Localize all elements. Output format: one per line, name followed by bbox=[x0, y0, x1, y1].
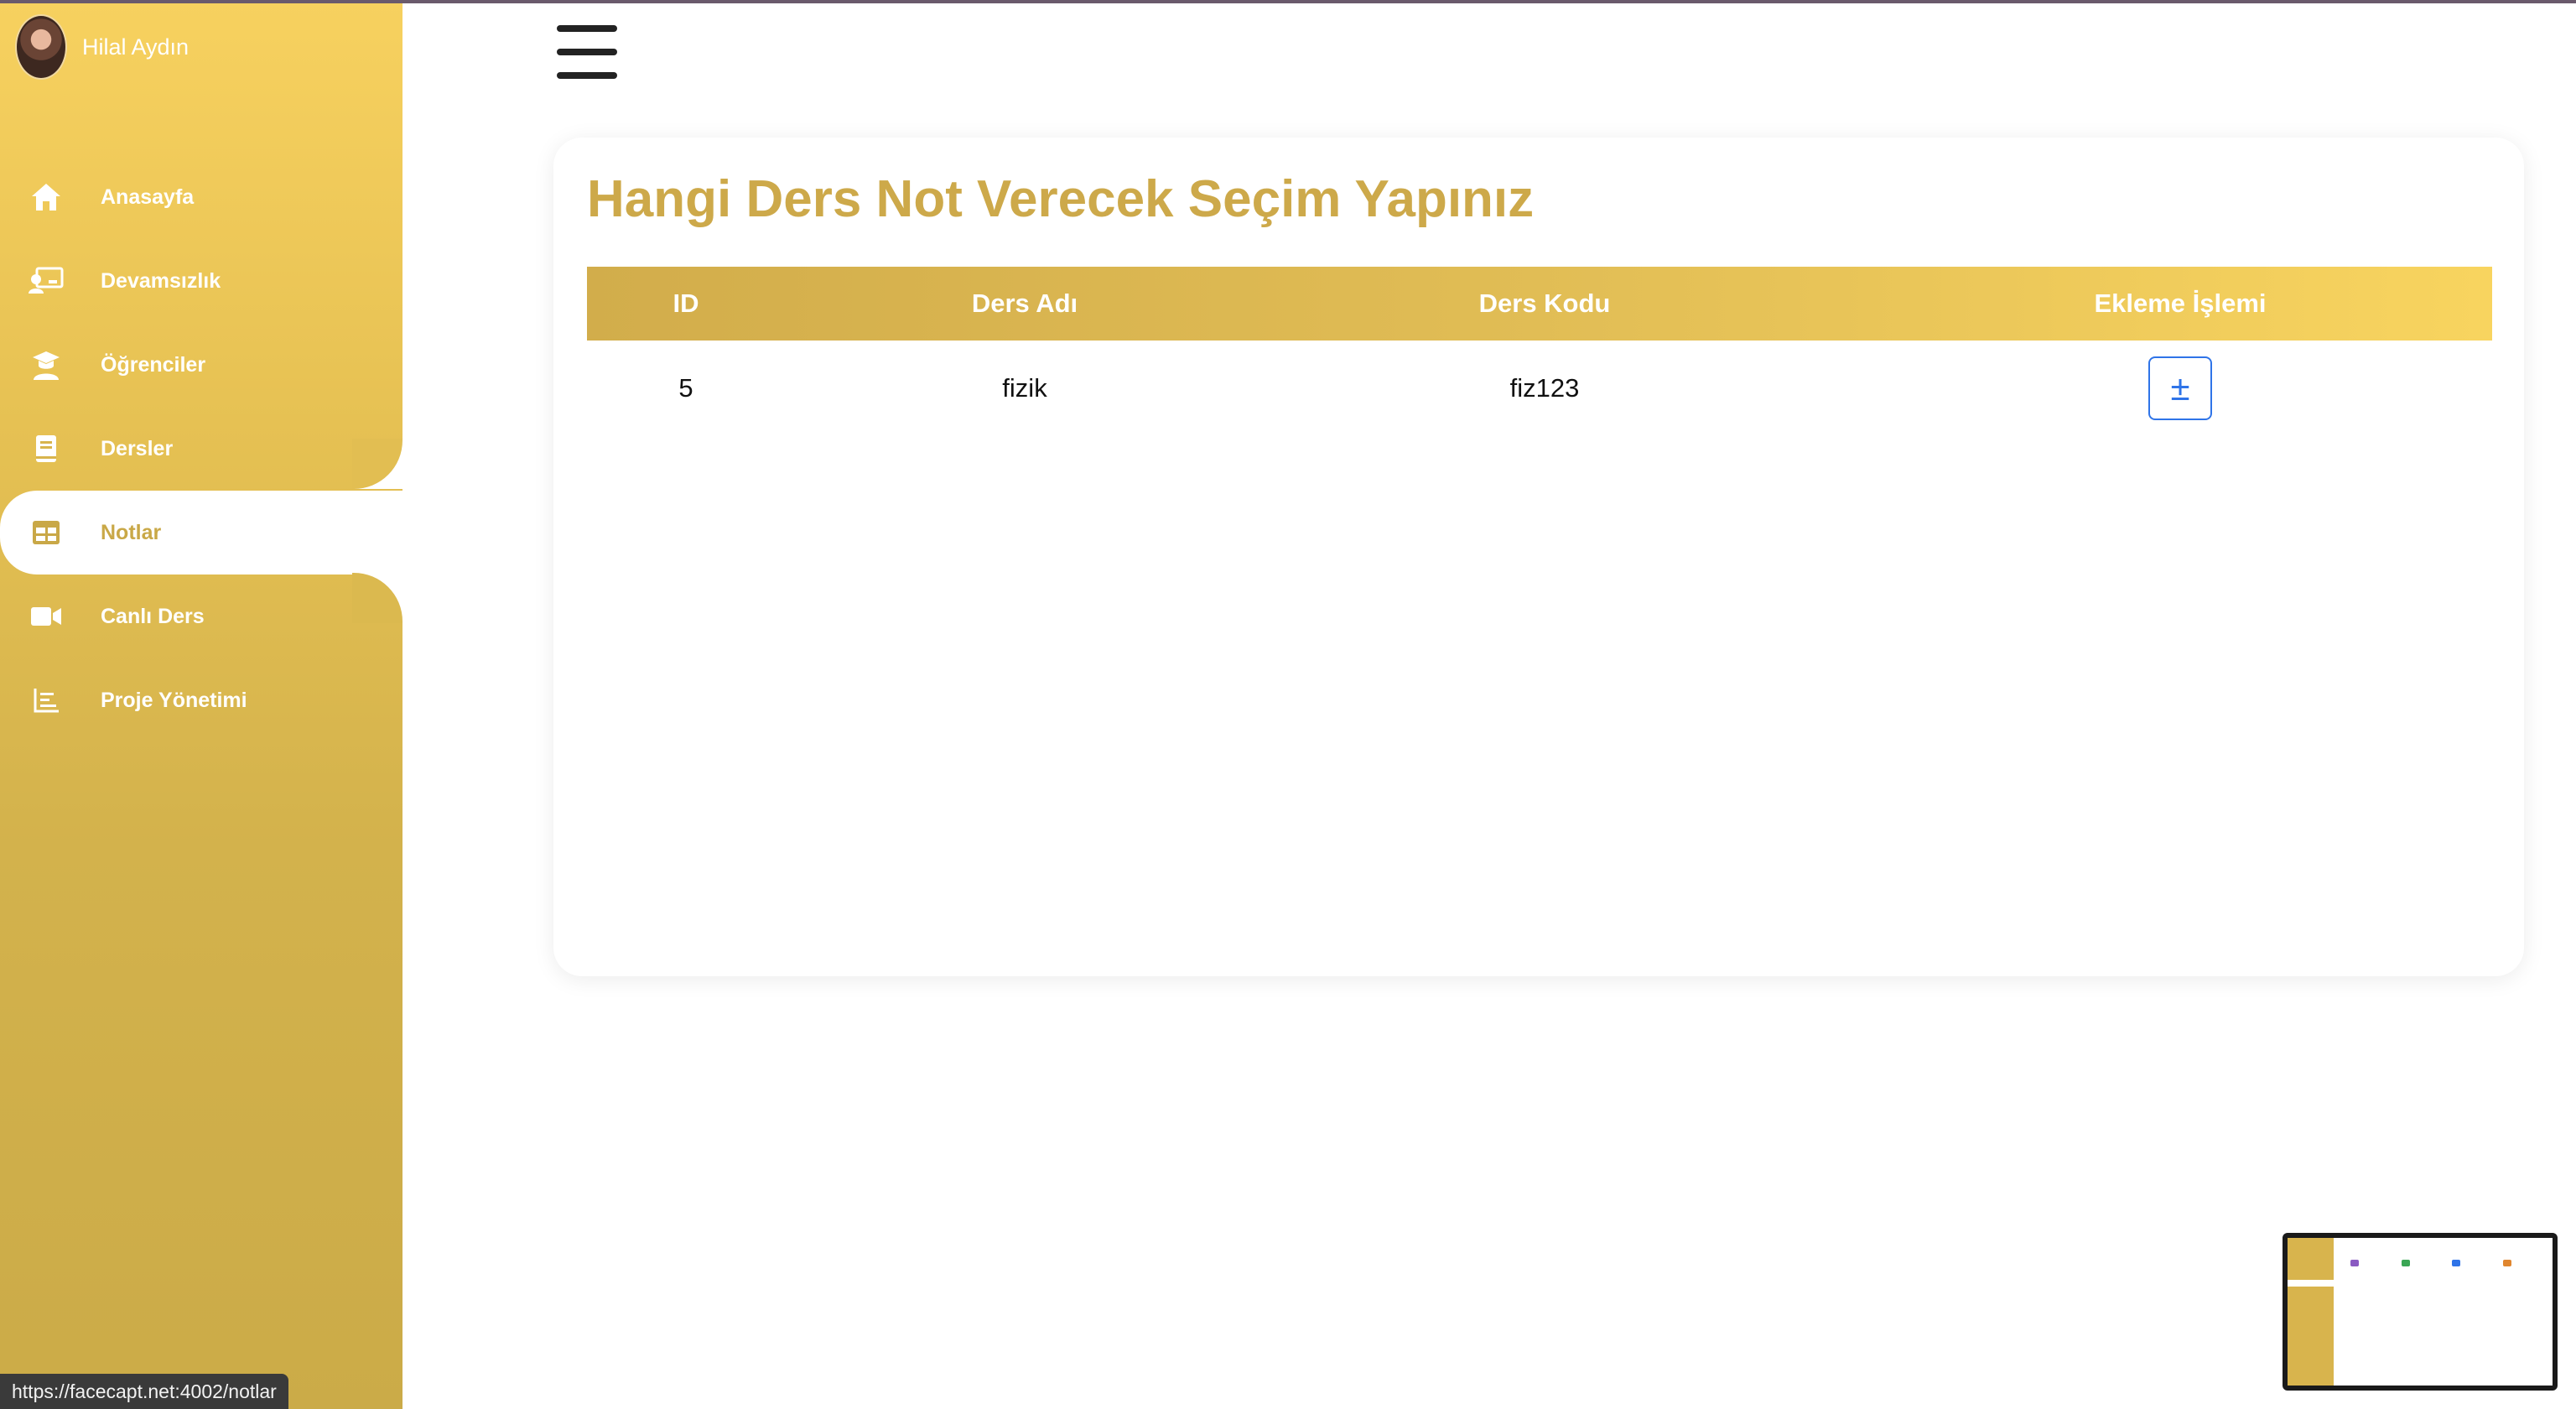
active-curve-top bbox=[352, 439, 402, 489]
status-bar-url: https://facecapt.net:4002/notlar bbox=[0, 1374, 288, 1409]
sidebar-item-label: Canlı Ders bbox=[101, 604, 205, 628]
thumbnail-active-item bbox=[2288, 1280, 2334, 1287]
cell-course-name: fizik bbox=[1002, 373, 1047, 403]
book-icon bbox=[29, 431, 64, 466]
courses-table: ID Ders Adı Ders Kodu Ekleme İşlemi 5 fi… bbox=[587, 267, 2492, 436]
user-name: Hilal Aydın bbox=[82, 34, 190, 60]
user-profile[interactable]: Hilal Aydın bbox=[15, 13, 189, 81]
table-icon bbox=[29, 515, 64, 550]
header-id: ID bbox=[673, 289, 699, 318]
header-action: Ekleme İşlemi bbox=[2094, 289, 2267, 318]
sidebar-item-proje-yonetimi[interactable]: Proje Yönetimi bbox=[0, 658, 402, 742]
menu-bar bbox=[557, 49, 617, 55]
sidebar-item-label: Proje Yönetimi bbox=[101, 688, 247, 712]
sidebar-item-label: Anasayfa bbox=[101, 185, 195, 209]
sidebar-item-label: Dersler bbox=[101, 436, 174, 460]
thumbnail-icon bbox=[2452, 1260, 2460, 1266]
cell-id: 5 bbox=[678, 373, 693, 403]
sidebar: Hilal Aydın Anasayfa Devamsızlık Öğrenci… bbox=[0, 0, 402, 1409]
sidebar-nav: Anasayfa Devamsızlık Öğrenciler Dersler … bbox=[0, 155, 402, 742]
window-top-border bbox=[0, 0, 2576, 3]
menu-bar bbox=[557, 72, 617, 79]
sidebar-item-devamsizlik[interactable]: Devamsızlık bbox=[0, 239, 402, 323]
attendance-icon bbox=[29, 263, 64, 299]
sidebar-item-ogrenciler[interactable]: Öğrenciler bbox=[0, 323, 402, 407]
header-course-name: Ders Adı bbox=[971, 289, 1078, 318]
menu-toggle-icon[interactable] bbox=[557, 25, 617, 79]
table-header: ID Ders Adı Ders Kodu Ekleme İşlemi bbox=[587, 267, 2492, 341]
table-row: 5 fizik fiz123 ± bbox=[587, 341, 2492, 436]
sidebar-item-label: Devamsızlık bbox=[101, 268, 221, 293]
thumbnail-icon bbox=[2503, 1260, 2511, 1266]
thumbnail-icon bbox=[2402, 1260, 2410, 1266]
sidebar-item-label: Notlar bbox=[101, 520, 162, 544]
menu-bar bbox=[557, 25, 617, 32]
plus-minus-icon: ± bbox=[2170, 368, 2190, 408]
add-grade-button[interactable]: ± bbox=[2148, 356, 2212, 420]
cell-action: ± bbox=[2148, 356, 2212, 420]
sidebar-item-anasayfa[interactable]: Anasayfa bbox=[0, 155, 402, 239]
graduate-icon bbox=[29, 347, 64, 382]
sidebar-item-canli-ders[interactable]: Canlı Ders bbox=[0, 575, 402, 658]
active-curve-bottom bbox=[352, 573, 402, 623]
thumbnail-icon bbox=[2350, 1260, 2359, 1266]
cell-course-code: fiz123 bbox=[1509, 373, 1580, 403]
sidebar-item-notlar[interactable]: Notlar bbox=[0, 491, 402, 575]
chart-icon bbox=[29, 683, 64, 718]
home-icon bbox=[29, 179, 64, 215]
video-icon bbox=[29, 599, 64, 634]
header-course-code: Ders Kodu bbox=[1478, 289, 1611, 318]
content-card: Hangi Ders Not Verecek Seçim Yapınız ID … bbox=[553, 138, 2524, 976]
sidebar-item-label: Öğrenciler bbox=[101, 352, 206, 377]
window-thumbnail-preview[interactable] bbox=[2283, 1233, 2558, 1391]
thumbnail-sidebar bbox=[2288, 1238, 2334, 1386]
sidebar-item-dersler[interactable]: Dersler bbox=[0, 407, 402, 491]
page-title: Hangi Ders Not Verecek Seçim Yapınız bbox=[587, 170, 1535, 228]
avatar bbox=[15, 14, 67, 80]
